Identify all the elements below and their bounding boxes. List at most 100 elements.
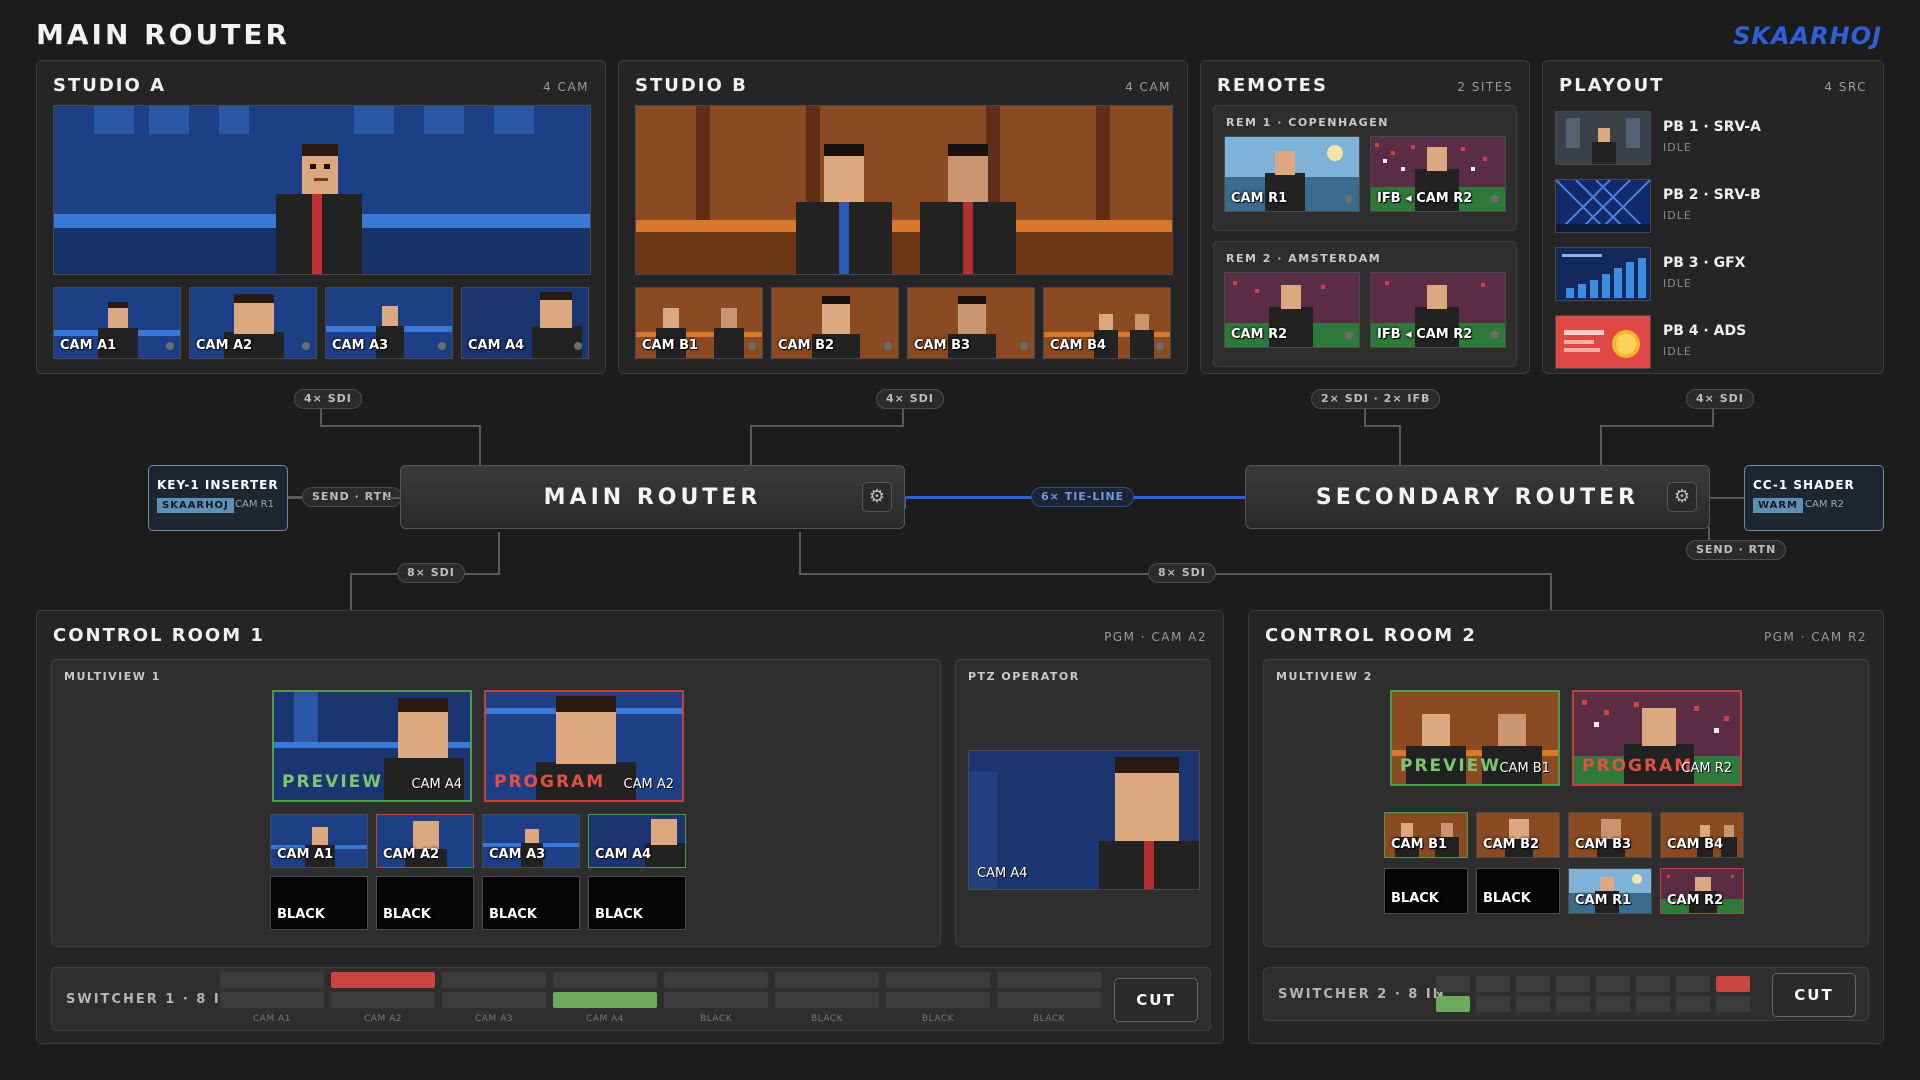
studio-b-cam-4[interactable]: CAM B4 [1043, 287, 1171, 359]
preview-bus-8[interactable] [1716, 996, 1750, 1012]
pb-3-thumb[interactable] [1555, 247, 1651, 301]
program-bus-6[interactable] [1636, 976, 1670, 992]
gear-icon[interactable]: ⚙ [862, 482, 892, 512]
program-bus-7[interactable] [886, 972, 990, 988]
multiview-1: MULTIVIEW 1 PREVIEW CAM A4 PROGRAM CAM A… [51, 659, 941, 947]
cr1-preview-window[interactable]: PREVIEW CAM A4 [272, 690, 472, 802]
cr1-mv-cam-2[interactable]: CAM A2 [376, 814, 474, 868]
preview-bus-1[interactable] [220, 992, 324, 1008]
pb-4-status: IDLE [1663, 345, 1692, 358]
cr2-mv-cam-1[interactable]: CAM B1 [1384, 812, 1468, 858]
program-bus-5[interactable] [1596, 976, 1630, 992]
cr1-mv-slot-5[interactable]: BLACK [270, 876, 368, 930]
cr1-mv-cam-3[interactable]: CAM A3 [482, 814, 580, 868]
key-inserter-device[interactable]: KEY-1 INSERTER SKAARHOJ CAM R1 [148, 465, 288, 531]
cr2-mv-cam-2[interactable]: CAM B2 [1476, 812, 1560, 858]
tally-dot [302, 342, 310, 350]
cr1-program-window[interactable]: PROGRAM CAM A2 [484, 690, 684, 802]
secondary-router[interactable]: SECONDARY ROUTER ⚙ [1245, 465, 1710, 529]
pb-2-thumb[interactable] [1555, 179, 1651, 233]
link-studio-a: 4× SDI [294, 389, 362, 409]
shader-source: CAM R2 [1805, 499, 1844, 510]
main-router[interactable]: MAIN ROUTER ⚙ [400, 465, 905, 529]
cr1-mv-cam-1[interactable]: CAM A1 [270, 814, 368, 868]
studio-b-cam-2[interactable]: CAM B2 [771, 287, 899, 359]
cr2-preview-window[interactable]: PREVIEW CAM B1 [1390, 690, 1560, 786]
control-room-1-panel: CONTROL ROOM 1 PGM · CAM A2 MULTIVIEW 1 … [36, 610, 1224, 1044]
tally-dot [884, 342, 892, 350]
program-cam: CAM A2 [623, 777, 674, 792]
preview-bus-7[interactable] [886, 992, 990, 1008]
program-bus-1[interactable] [220, 972, 324, 988]
cut-button[interactable]: CUT [1114, 978, 1198, 1022]
cr2-mv-slot-6[interactable]: BLACK [1476, 868, 1560, 914]
preview-bus-3[interactable] [1516, 996, 1550, 1012]
cr2-program-window[interactable]: PROGRAM CAM R2 [1572, 690, 1742, 786]
mv-cam-label: BLACK [1483, 891, 1531, 906]
preview-bus-5[interactable] [664, 992, 768, 1008]
remote-1-feed-1[interactable]: CAM R1 [1224, 136, 1360, 212]
program-bus-6[interactable] [775, 972, 879, 988]
cr2-mv-cam-3[interactable]: CAM B3 [1568, 812, 1652, 858]
program-bus-2[interactable] [1476, 976, 1510, 992]
program-bus-8[interactable] [1716, 976, 1750, 992]
cr2-mv-slot-5[interactable]: BLACK [1384, 868, 1468, 914]
key-inserter-source: CAM R1 [235, 499, 274, 510]
studio-a-cam-4[interactable]: CAM A4 [461, 287, 589, 359]
cr1-mv-cam-4[interactable]: CAM A4 [588, 814, 686, 868]
cr1-mv-slot-6[interactable]: BLACK [376, 876, 474, 930]
mv-cam-label: BLACK [1391, 891, 1439, 906]
pb-4-thumb[interactable] [1555, 315, 1651, 369]
pb-1-thumb[interactable] [1555, 111, 1651, 165]
studio-a-cam-2[interactable]: CAM A2 [189, 287, 317, 359]
program-bus-3[interactable] [442, 972, 546, 988]
program-bus-5[interactable] [664, 972, 768, 988]
cr2-mv-cam-4[interactable]: CAM B4 [1660, 812, 1744, 858]
switcher-input-label: BLACK [921, 1014, 955, 1024]
preview-bus-3[interactable] [442, 992, 546, 1008]
preview-bus-7[interactable] [1676, 996, 1710, 1012]
preview-bus-6[interactable] [775, 992, 879, 1008]
gear-icon[interactable]: ⚙ [1667, 482, 1697, 512]
studio-b-main-view[interactable] [635, 105, 1173, 275]
program-bus-7[interactable] [1676, 976, 1710, 992]
mv-cam-label: CAM A1 [277, 847, 334, 862]
preview-bus-2[interactable] [331, 992, 435, 1008]
studio-a-cam-3[interactable]: CAM A3 [325, 287, 453, 359]
remote-2-feed-1[interactable]: CAM R2 [1224, 272, 1360, 348]
program-bus-4[interactable] [553, 972, 657, 988]
preview-bus-8[interactable] [997, 992, 1101, 1008]
remote-2-feed-2[interactable]: IFB ◂ CAM R2 [1370, 272, 1506, 348]
link-cr1: 8× SDI [397, 563, 465, 583]
mv-cam-label: CAM R1 [1575, 893, 1632, 908]
preview-bus-5[interactable] [1596, 996, 1630, 1012]
cr2-mv-cam-8[interactable]: CAM R2 [1660, 868, 1744, 914]
preview-bus-6[interactable] [1636, 996, 1670, 1012]
preview-bus-4[interactable] [1556, 996, 1590, 1012]
studio-a-title: STUDIO A [53, 75, 166, 96]
cr1-title: CONTROL ROOM 1 [53, 625, 265, 646]
cam-label: CAM B3 [914, 338, 971, 353]
program-bus-8[interactable] [997, 972, 1101, 988]
remotes-count: 2 SITES [1457, 80, 1513, 94]
ptz-view[interactable]: CAM A4 [968, 750, 1200, 890]
cr2-mv-cam-7[interactable]: CAM R1 [1568, 868, 1652, 914]
studio-b-cam-1[interactable]: CAM B1 [635, 287, 763, 359]
studio-a-cam-1[interactable]: CAM A1 [53, 287, 181, 359]
program-bus-2[interactable] [331, 972, 435, 988]
program-bus-4[interactable] [1556, 976, 1590, 992]
studio-a-main-view[interactable] [53, 105, 591, 275]
shader-device[interactable]: CC-1 SHADER WARM CAM R2 [1744, 465, 1884, 531]
preview-bus-2[interactable] [1476, 996, 1510, 1012]
remote-1-feed-2[interactable]: IFB ◂ CAM R2 [1370, 136, 1506, 212]
preview-bus-1[interactable] [1436, 996, 1470, 1012]
cr1-mv-slot-7[interactable]: BLACK [482, 876, 580, 930]
studio-b-cam-3[interactable]: CAM B3 [907, 287, 1035, 359]
preview-bus-4[interactable] [553, 992, 657, 1008]
cr1-mv-slot-8[interactable]: BLACK [588, 876, 686, 930]
program-bus-3[interactable] [1516, 976, 1550, 992]
program-bus-1[interactable] [1436, 976, 1470, 992]
program-label: PROGRAM [1582, 756, 1694, 776]
cut-button[interactable]: CUT [1772, 973, 1856, 1017]
mv-cam-label: CAM R2 [1667, 893, 1724, 908]
